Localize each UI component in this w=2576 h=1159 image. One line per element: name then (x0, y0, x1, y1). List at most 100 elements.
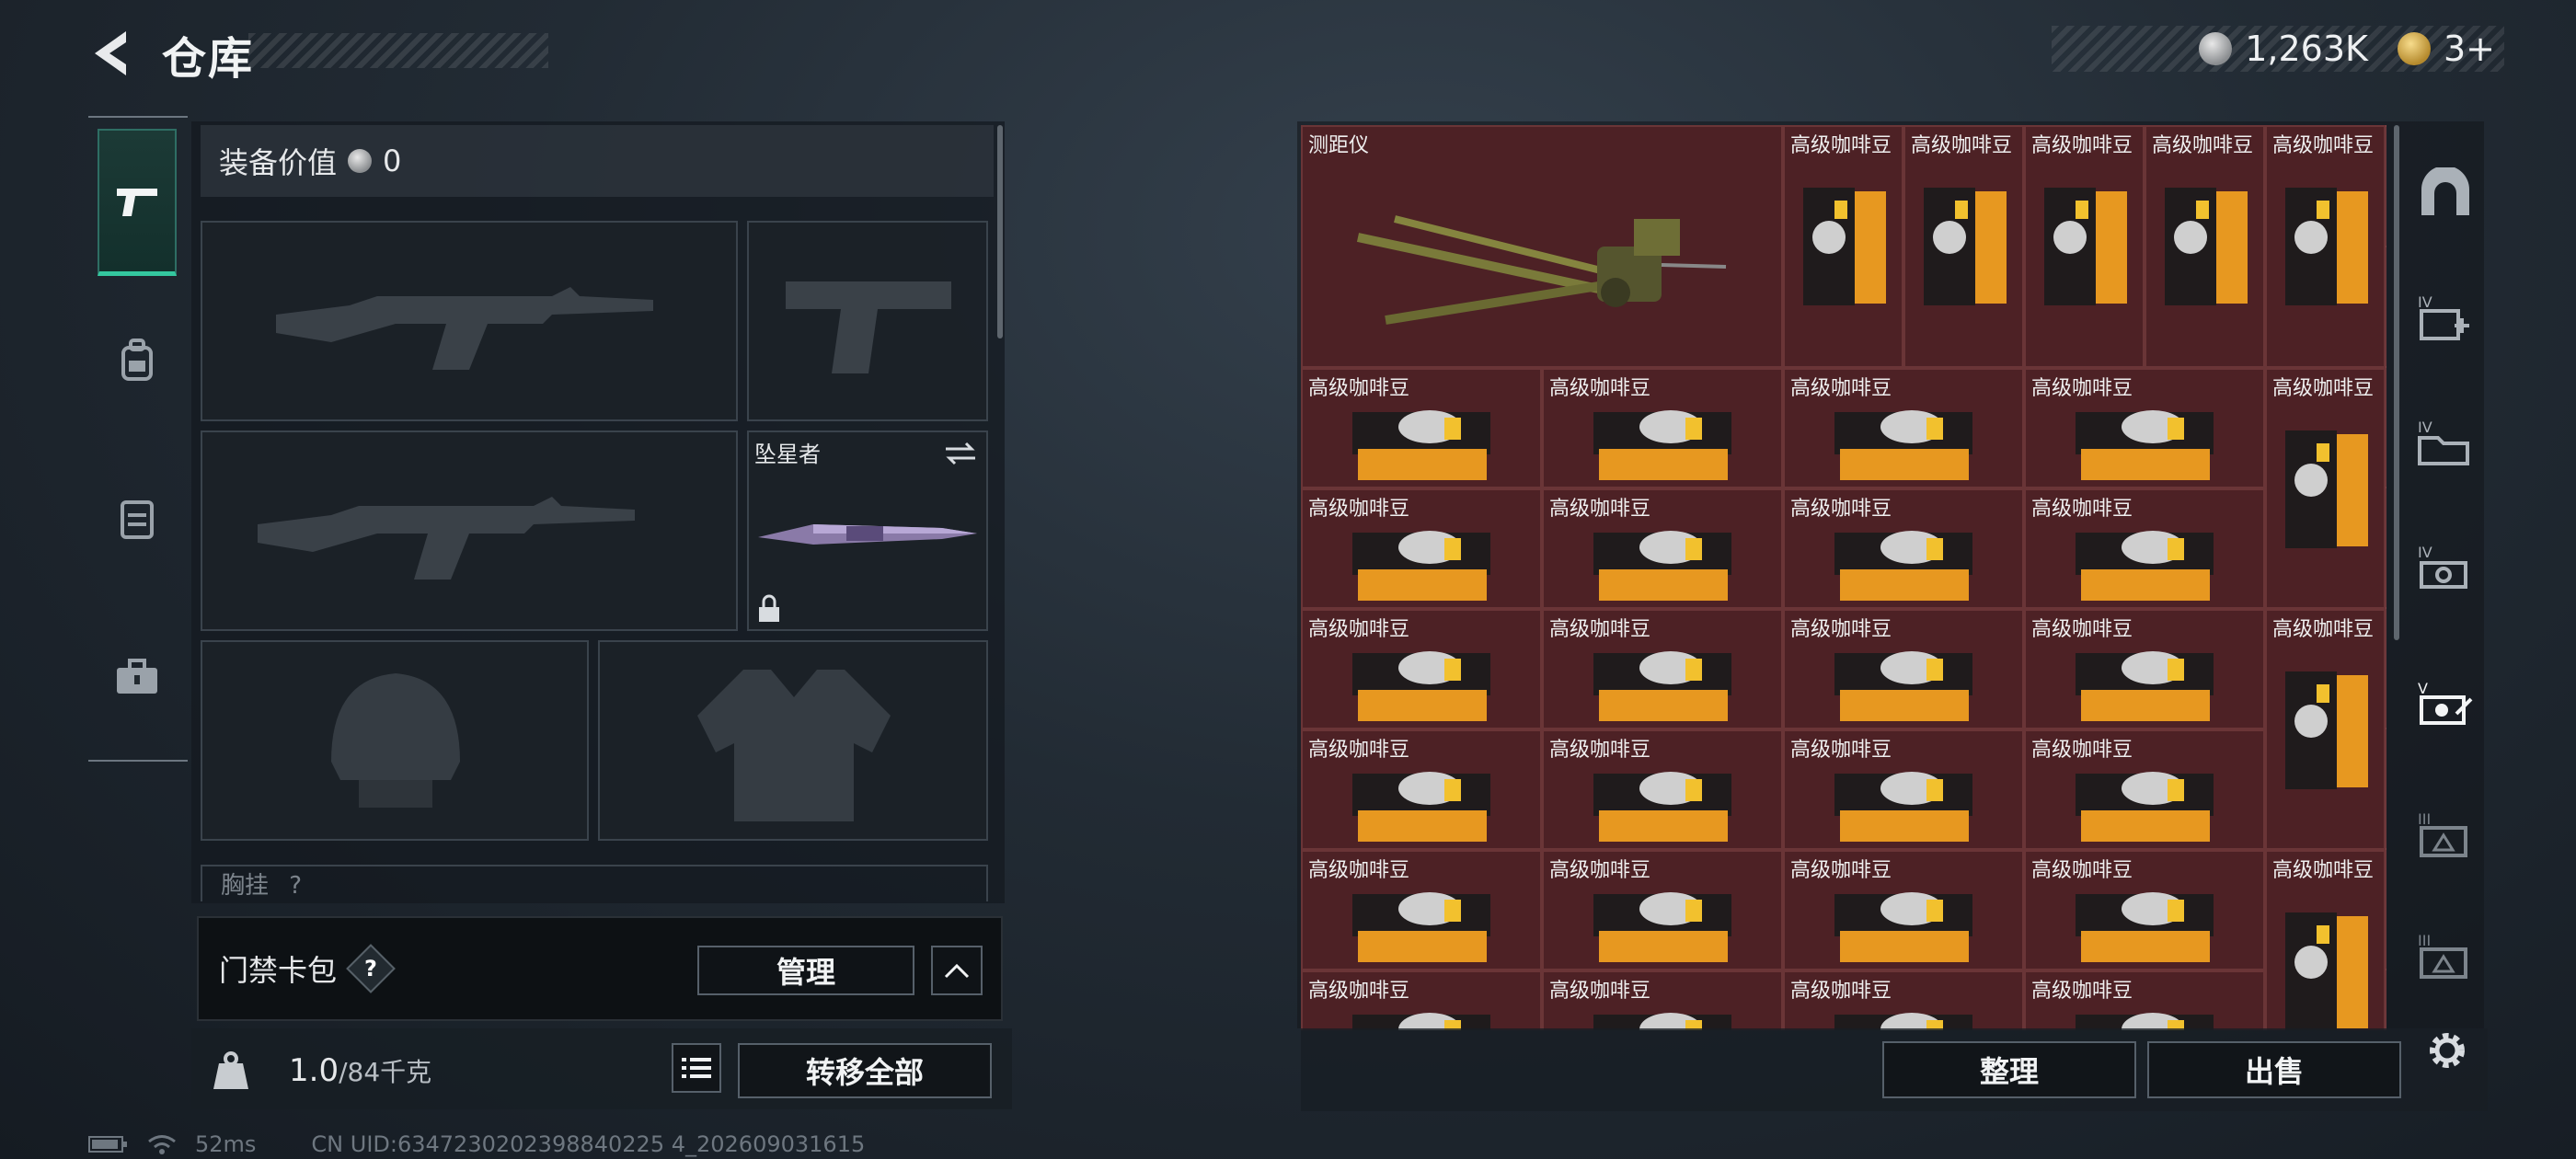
item-coffee-beans-box[interactable]: 高级咖啡豆 (2024, 609, 2265, 729)
body-armor-slot[interactable] (598, 640, 988, 841)
item-coffee-beans-box[interactable]: 高级咖啡豆 (1783, 850, 2024, 970)
storage-tab-documents[interactable]: IV (2410, 407, 2480, 476)
item-coffee-beans[interactable]: 高级咖啡豆 (2024, 125, 2145, 368)
item-coffee-beans-box[interactable]: 高级咖啡豆 (1783, 368, 2024, 488)
equipment-value: 0 (383, 143, 402, 178)
item-coffee-beans-box[interactable]: 高级咖啡豆 (2024, 729, 2265, 850)
coffee-box-icon (1834, 651, 1972, 721)
item-name: 高级咖啡豆 (2272, 618, 2375, 641)
svg-text:III: III (2418, 810, 2431, 828)
list-view-button[interactable] (672, 1043, 721, 1093)
item-coffee-beans-box[interactable]: 高级咖啡豆 (1542, 850, 1783, 970)
tab-backpack[interactable] (98, 287, 177, 434)
coffee-bag-icon (2285, 188, 2368, 305)
storage-scrollbar[interactable] (2394, 125, 2399, 640)
storage-tab-tools[interactable]: V (2410, 668, 2480, 738)
coffee-box-icon (1352, 772, 1490, 842)
item-coffee-beans[interactable]: 高级咖啡豆 (2265, 125, 2386, 368)
item-coffee-beans-box[interactable]: 高级咖啡豆 (1783, 729, 2024, 850)
item-coffee-beans-box[interactable]: 高级咖啡豆 (1783, 970, 2024, 1030)
coffee-box-icon (1834, 772, 1972, 842)
sell-button[interactable]: 出售 (2147, 1041, 2401, 1098)
storage-tab-gear[interactable]: III (2410, 798, 2480, 868)
item-coffee-beans[interactable]: 高级咖啡豆 (1783, 125, 1903, 368)
primary-weapon-slot-1[interactable] (201, 221, 738, 421)
item-coffee-beans[interactable]: 高级咖啡豆 (2265, 368, 2386, 609)
coffee-box-icon (1352, 892, 1490, 962)
coffee-bag-icon (2285, 671, 2368, 789)
coffee-box-icon (1834, 410, 1972, 480)
currency-bar: 1,263K 3+ (2052, 26, 2504, 72)
manage-button[interactable]: 管理 (697, 946, 914, 995)
help-icon: ? (364, 955, 377, 981)
item-coffee-beans[interactable]: 高级咖啡豆 (1903, 125, 2024, 368)
transfer-all-button[interactable]: 转移全部 (738, 1043, 992, 1098)
pistol-icon (117, 188, 157, 216)
item-coffee-beans-box[interactable]: 高级咖啡豆 (1301, 729, 1542, 850)
storage-tab-medical[interactable]: IV (2410, 281, 2480, 351)
item-coffee-beans-box[interactable]: 高级咖啡豆 (2024, 488, 2265, 609)
swap-icon[interactable] (944, 440, 977, 467)
item-coffee-beans-box[interactable]: 高级咖啡豆 (1301, 488, 1542, 609)
item-rangefinder[interactable]: 测距仪 (1301, 125, 1783, 368)
rifle-silhouette-icon (276, 287, 653, 370)
gear-icon (2430, 1033, 2465, 1068)
item-coffee-beans-box[interactable]: 高级咖啡豆 (1783, 488, 2024, 609)
item-coffee-beans-box[interactable]: 高级咖啡豆 (1301, 368, 1542, 488)
back-button[interactable] (85, 26, 136, 81)
primary-weapon-slot-2[interactable] (201, 430, 738, 631)
item-coffee-beans-box[interactable]: 高级咖啡豆 (1301, 850, 1542, 970)
chevron-up-icon (944, 963, 970, 979)
sell-label: 出售 (2244, 1054, 2304, 1089)
tab-weapons[interactable] (98, 129, 177, 276)
sort-button[interactable]: 整理 (1882, 1041, 2136, 1098)
item-name: 测距仪 (1308, 134, 1370, 157)
manage-label: 管理 (776, 955, 835, 990)
tab-armor[interactable] (98, 445, 177, 592)
svg-text:V: V (2418, 680, 2428, 697)
page-title: 仓库 (162, 33, 255, 85)
equipment-value-label: 装备价值 (219, 145, 338, 180)
coffee-box-icon (1593, 1013, 1731, 1030)
coffee-box-icon (1352, 531, 1490, 601)
item-coffee-beans[interactable]: 高级咖啡豆 (2265, 850, 2386, 1030)
item-coffee-beans-box[interactable]: 高级咖啡豆 (1542, 368, 1783, 488)
coffee-box-icon (1352, 410, 1490, 480)
ping-text: 52ms (195, 1131, 257, 1157)
item-coffee-beans-box[interactable]: 高级咖啡豆 (2024, 850, 2265, 970)
storage-tab-home[interactable] (2410, 158, 2480, 228)
melee-slot[interactable]: 坠星者 (747, 430, 988, 631)
item-coffee-beans[interactable]: 高级咖啡豆 (2145, 125, 2265, 368)
frame-icon: III (2418, 810, 2467, 857)
coffee-box-icon (1593, 410, 1731, 480)
item-coffee-beans-box[interactable]: 高级咖啡豆 (1783, 609, 2024, 729)
coffee-box-icon (2076, 651, 2214, 721)
coffee-box-icon (1593, 531, 1731, 601)
storage-tab-electronics[interactable]: IV (2410, 532, 2480, 602)
sidearm-slot[interactable] (747, 221, 988, 421)
list-icon (682, 1058, 711, 1078)
coffee-box-icon (2076, 1013, 2214, 1030)
item-coffee-beans-box[interactable]: 高级咖啡豆 (1542, 970, 1783, 1030)
coffee-bag-icon (1803, 188, 1886, 305)
collapse-button[interactable] (931, 946, 983, 995)
settings-button[interactable] (2420, 1023, 2475, 1078)
item-coffee-beans-box[interactable]: 高级咖啡豆 (1301, 609, 1542, 729)
coffee-box-icon (2076, 892, 2214, 962)
item-coffee-beans-box[interactable]: 高级咖啡豆 (1542, 609, 1783, 729)
weight-readout: 1.0/84千克 (289, 1052, 431, 1089)
item-coffee-beans[interactable]: 高级咖啡豆 (2265, 609, 2386, 850)
item-coffee-beans-box[interactable]: 高级咖啡豆 (2024, 368, 2265, 488)
item-coffee-beans-box[interactable]: 高级咖啡豆 (1542, 488, 1783, 609)
tab-medkit[interactable] (98, 603, 177, 751)
weight-current: 1.0 (289, 1052, 339, 1089)
storage-tab-misc[interactable]: III (2410, 920, 2480, 990)
coffee-box-icon (2076, 410, 2214, 480)
chest-rig-slot[interactable]: 胸挂 ? (201, 865, 988, 901)
equipment-scrollbar[interactable] (997, 125, 1003, 339)
item-coffee-beans-box[interactable]: 高级咖啡豆 (1542, 729, 1783, 850)
item-coffee-beans-box[interactable]: 高级咖啡豆 (1301, 970, 1542, 1030)
vest-silhouette-icon (697, 670, 891, 821)
helmet-slot[interactable] (201, 640, 589, 841)
item-coffee-beans-box[interactable]: 高级咖啡豆 (2024, 970, 2265, 1030)
